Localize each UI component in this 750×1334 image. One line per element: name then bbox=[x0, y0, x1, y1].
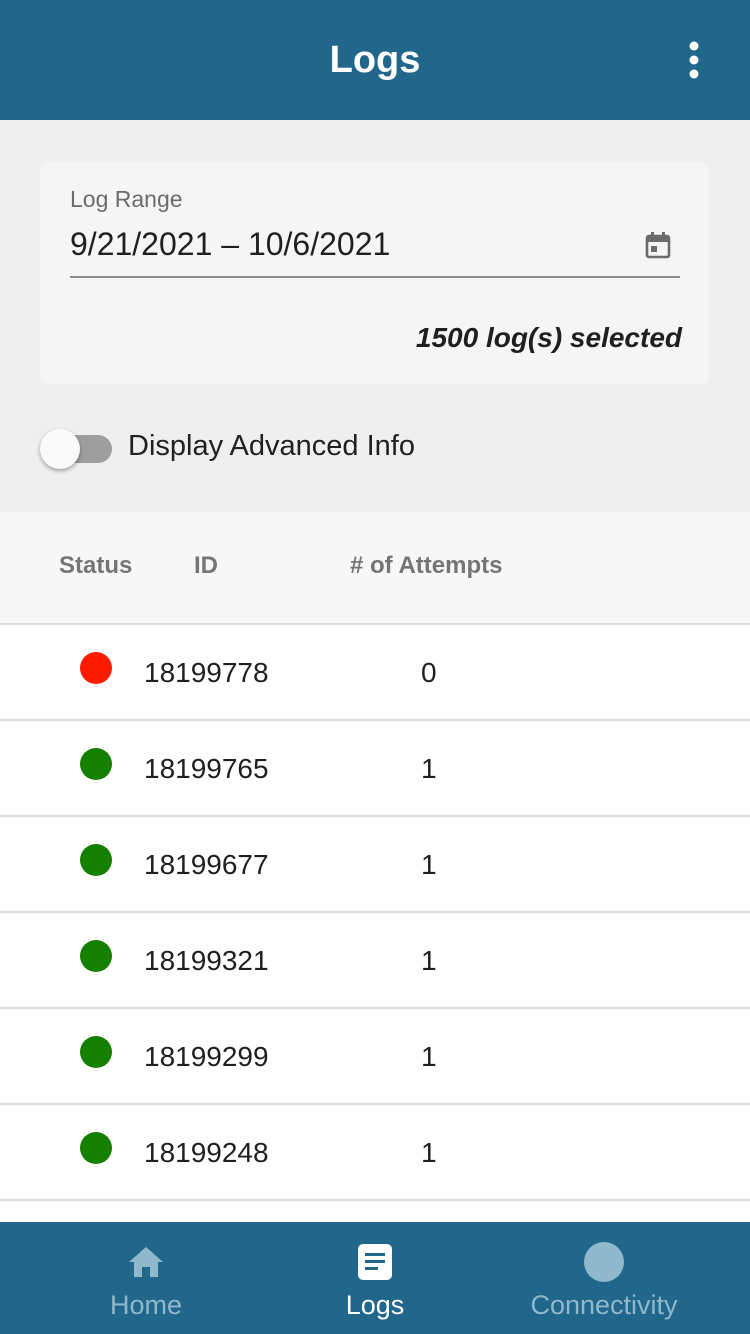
more-vert-icon[interactable] bbox=[670, 38, 718, 86]
log-range-card: Log Range 9/21/2021 – 10/6/2021 1500 log… bbox=[40, 162, 710, 384]
nav-label-logs: Logs bbox=[345, 1290, 405, 1320]
table-header: Status ID # of Attempts bbox=[0, 512, 750, 625]
table-row[interactable]: 18199765 1 bbox=[0, 721, 750, 817]
app-bar: Logs bbox=[0, 0, 750, 120]
advanced-info-label: Display Advanced Info bbox=[128, 430, 415, 462]
table-row[interactable]: 18199321 1 bbox=[0, 913, 750, 1009]
status-dot bbox=[80, 1132, 112, 1164]
attempts-count: 1 bbox=[421, 1041, 437, 1072]
toggle-knob bbox=[40, 429, 80, 469]
attempts-count: 1 bbox=[421, 753, 437, 784]
status-dot bbox=[80, 652, 112, 684]
status-dot bbox=[80, 844, 112, 876]
log-table: 18199778 0 18199765 1 18199677 1 1819932… bbox=[0, 625, 750, 1201]
selected-count: 1500 log(s) selected bbox=[415, 322, 682, 353]
log-id: 18199778 bbox=[144, 657, 269, 688]
attempts-count: 1 bbox=[421, 1137, 437, 1168]
log-id: 18199321 bbox=[144, 945, 269, 976]
table-row[interactable]: 18199299 1 bbox=[0, 1009, 750, 1105]
calendar-icon[interactable] bbox=[642, 230, 674, 262]
attempts-count: 1 bbox=[421, 945, 437, 976]
log-id: 18199248 bbox=[144, 1137, 269, 1168]
table-row[interactable]: 18199248 1 bbox=[0, 1105, 750, 1201]
log-id: 18199299 bbox=[144, 1041, 269, 1072]
nav-label-connectivity: Connectivity bbox=[530, 1290, 678, 1320]
bottom-nav: Home Logs Connectivity bbox=[0, 1222, 750, 1334]
document-icon bbox=[358, 1244, 392, 1280]
nav-item-connectivity[interactable]: Connectivity bbox=[479, 1222, 729, 1334]
log-range-value: 9/21/2021 – 10/6/2021 bbox=[70, 226, 391, 262]
log-range-label: Log Range bbox=[70, 186, 183, 212]
table-row[interactable]: 18199778 0 bbox=[0, 625, 750, 721]
status-dot bbox=[80, 1036, 112, 1068]
log-id: 18199677 bbox=[144, 849, 269, 880]
page-title: Logs bbox=[329, 39, 421, 81]
attempts-count: 1 bbox=[421, 849, 437, 880]
status-dot bbox=[80, 748, 112, 780]
home-icon bbox=[129, 1247, 163, 1277]
log-range-field[interactable]: 9/21/2021 – 10/6/2021 bbox=[70, 218, 680, 278]
column-header-attempts: # of Attempts bbox=[350, 552, 503, 579]
nav-item-home[interactable]: Home bbox=[21, 1222, 271, 1334]
table-row[interactable]: 18199677 1 bbox=[0, 817, 750, 913]
log-id: 18199765 bbox=[144, 753, 269, 784]
nav-label-home: Home bbox=[109, 1290, 183, 1320]
nav-item-logs[interactable]: Logs bbox=[250, 1222, 500, 1334]
advanced-info-toggle[interactable] bbox=[40, 429, 112, 469]
column-header-id: ID bbox=[194, 552, 218, 579]
column-header-status: Status bbox=[59, 552, 133, 579]
circle-icon bbox=[584, 1242, 624, 1282]
status-dot bbox=[80, 940, 112, 972]
attempts-count: 0 bbox=[421, 657, 437, 688]
filter-panel: Log Range 9/21/2021 – 10/6/2021 1500 log… bbox=[0, 120, 750, 512]
